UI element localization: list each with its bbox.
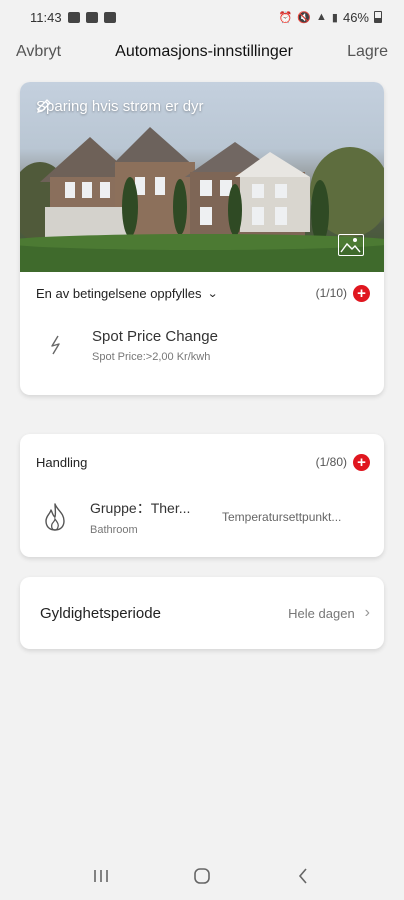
page-title: Automasjons-innstillinger [115, 43, 293, 60]
condition-item[interactable]: Spot Price Change Spot Price:>2,00 Kr/kw… [20, 310, 384, 380]
flame-icon [36, 498, 74, 536]
condition-text: Spot Price Change Spot Price:>2,00 Kr/kw… [92, 328, 218, 363]
condition-subtitle: Spot Price:>2,00 Kr/kwh [92, 350, 211, 363]
action-count: (1/80) [315, 455, 347, 469]
status-right: ⏰ 🔇 ▲ ▮ 46% [279, 10, 382, 25]
cast-icon [103, 11, 116, 23]
action-header: Handling (1/80) + [20, 434, 384, 490]
home-icon [194, 868, 210, 884]
back-icon [299, 868, 307, 884]
pencil-icon [37, 99, 51, 113]
condition-mode-label: En av betingelsene oppfylles [36, 285, 202, 301]
status-left: 11:43 [30, 10, 116, 25]
action-title: Handling [36, 454, 88, 470]
recent-apps-icon [93, 870, 108, 882]
lightning-icon [36, 325, 76, 365]
validity-period-row[interactable]: Gyldighetsperiode Hele dagen › [20, 577, 384, 649]
action-item-title: Gruppe：Ther... [90, 500, 191, 516]
cancel-button[interactable]: Avbryt [16, 43, 61, 61]
battery-icon [374, 11, 382, 23]
back-button[interactable] [283, 861, 323, 891]
gallery-icon [85, 11, 98, 23]
action-text: Gruppe：Ther... Bathroom [90, 498, 210, 536]
scene-name: Sparing hvis strøm er dyr [36, 98, 204, 115]
chevron-right-icon: › [364, 604, 370, 621]
condition-card: Sparing hvis strøm er dyr En av betingel… [20, 82, 384, 395]
action-item-value: Temperatursettpunkt... [222, 510, 342, 524]
home-button[interactable] [182, 861, 222, 891]
add-condition-button[interactable]: + [353, 284, 370, 302]
scene-name-edit[interactable]: Sparing hvis strøm er dyr [36, 98, 204, 115]
mute-icon: 🔇 [297, 11, 312, 24]
condition-count: (1/10) [315, 286, 347, 300]
chevron-down-icon: ⌄ [206, 287, 218, 300]
image-icon [340, 238, 361, 253]
condition-count-group: (1/10) + [315, 284, 370, 302]
save-button[interactable]: Lagre [347, 43, 388, 61]
action-card: Handling (1/80) + Gruppe：Ther... Bathroo… [20, 434, 384, 557]
action-item[interactable]: Gruppe：Ther... Bathroom Temperatursettpu… [20, 490, 384, 544]
validity-label: Gyldighetsperiode [40, 604, 161, 622]
top-bar: Avbryt Automasjons-innstillinger Lagre [0, 36, 404, 68]
battery-percent: 46% [342, 9, 369, 25]
condition-title: Spot Price Change [92, 327, 218, 345]
wifi-icon: ▲ [316, 11, 327, 23]
validity-value-group: Hele dagen › [288, 604, 370, 622]
signal-icon: ▮ [331, 11, 338, 24]
status-time: 11:43 [30, 9, 62, 25]
recent-apps-button[interactable] [81, 861, 121, 891]
add-action-button[interactable]: + [353, 453, 370, 471]
validity-value: Hele dagen [288, 605, 355, 621]
condition-header: En av betingelsene oppfylles ⌄ (1/10) + [20, 276, 384, 310]
status-bar: 11:43 ⏰ 🔇 ▲ ▮ 46% [0, 0, 404, 34]
notification-icon [67, 11, 80, 23]
action-item-subtitle: Bathroom [90, 524, 138, 536]
change-image-button[interactable] [338, 234, 364, 256]
condition-mode-dropdown[interactable]: En av betingelsene oppfylles ⌄ [36, 285, 218, 301]
action-count-group: (1/80) + [315, 453, 370, 471]
scene-cover-image: Sparing hvis strøm er dyr [20, 82, 384, 272]
system-nav-bar [0, 852, 404, 900]
alarm-icon: ⏰ [278, 11, 293, 24]
